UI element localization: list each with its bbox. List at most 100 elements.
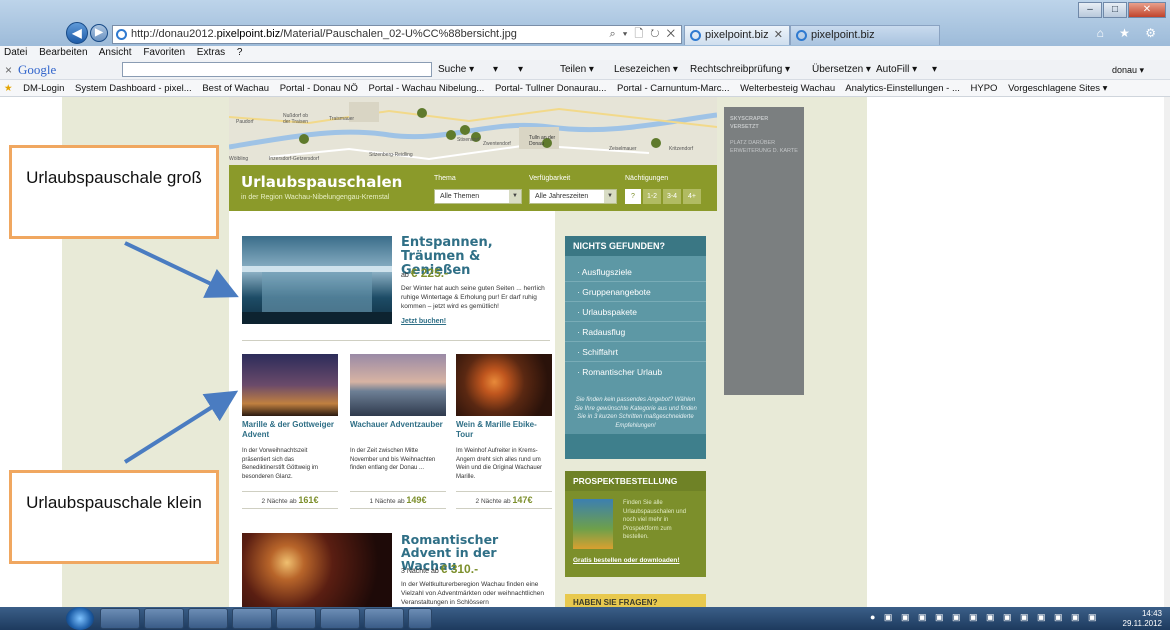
page-scrollbar[interactable] (1164, 97, 1170, 607)
sidebar-help-text: Sie finden kein passendes Angebot? Wähle… (574, 397, 697, 429)
fav-analytics[interactable]: Analytics-Einstellungen - ... (845, 83, 960, 94)
small-item-title[interactable]: Marille & der Gottweiger Advent (242, 420, 338, 440)
fav-portal-wachau[interactable]: Portal - Wachau Nibelung... (368, 83, 484, 94)
small-item-image[interactable] (456, 354, 552, 416)
sidebar-link-radausflug[interactable]: · Radausflug (565, 322, 706, 342)
price-prefix: ab (401, 272, 409, 279)
sidebar-link-gruppenangebote[interactable]: · Gruppenangebote (565, 282, 706, 302)
toolbar-autofill[interactable]: AutoFill ▾ (876, 60, 917, 80)
toolbar-dropdown-1[interactable]: ▾ (493, 60, 498, 80)
toolbar-lesezeichen[interactable]: Lesezeichen ▾ (614, 60, 678, 80)
naechte-option-unknown[interactable]: ? (625, 189, 641, 204)
naechte-option-1-2[interactable]: 1-2 (643, 189, 661, 204)
taskbar-media[interactable] (188, 608, 228, 629)
link-label: Schiffahrt (582, 347, 618, 357)
callout-urlaubspauschale-gross: Urlaubspauschale groß (9, 145, 219, 239)
toolbar-dropdown-3[interactable]: ▾ (932, 60, 937, 80)
close-window-button[interactable]: ✕ (1128, 2, 1166, 18)
menu-bearbeiten[interactable]: Bearbeiten (39, 47, 87, 58)
minimize-button[interactable]: – (1078, 2, 1102, 18)
map-label: Paudorf (236, 119, 254, 125)
close-toolbar-icon[interactable]: × (5, 60, 12, 80)
taskbar-word[interactable] (320, 608, 360, 629)
home-favorites-tools-icons[interactable]: ⌂ ★ ⚙ (1097, 26, 1162, 40)
sidebar-link-urlaubspakete[interactable]: · Urlaubspakete (565, 302, 706, 322)
toolbar-teilen[interactable]: Teilen ▾ (560, 60, 594, 80)
small-item-title[interactable]: Wein & Marille Ebike-Tour (456, 420, 552, 440)
jetzt-buchen-link[interactable]: Jetzt buchen! (401, 318, 446, 325)
map-label: Nußdorf ob der Traisen (283, 113, 309, 125)
gratis-bestellen-link[interactable]: Gratis bestellen oder downloaden! (573, 557, 680, 564)
brochure-image[interactable] (573, 499, 613, 549)
taskbar-explorer[interactable] (144, 608, 184, 629)
thema-select[interactable]: Alle Themen ▼ (434, 189, 522, 204)
naechte-option-4-plus[interactable]: 4+ (683, 189, 701, 204)
maximize-button[interactable]: □ (1103, 2, 1127, 18)
google-search-input[interactable] (122, 62, 432, 77)
address-bar[interactable]: http://donau2012.pixelpoint.biz/Material… (112, 25, 682, 44)
small-item-title[interactable]: Wachauer Adventzauber (350, 420, 446, 430)
taskbar-ie[interactable] (100, 608, 140, 629)
small-item-price: 1 Nächte ab 149€ (350, 491, 446, 509)
small-item-image[interactable] (242, 354, 338, 416)
fav-portal-donau-noe[interactable]: Portal - Donau NÖ (280, 83, 358, 94)
toolbar-suche[interactable]: Suche ▾ (438, 60, 474, 80)
browser-titlebar: – □ ✕ ◀ ▶ http://donau2012.pixelpoint.bi… (0, 0, 1170, 46)
tab-inactive[interactable]: pixelpoint.biz (790, 25, 940, 45)
featured-image[interactable] (242, 236, 392, 324)
sidebar-link-schiffahrt[interactable]: · Schiffahrt (565, 342, 706, 362)
pauschalen-banner: Urlaubspauschalen in der Region Wachau-N… (229, 165, 717, 211)
favorites-star-icon[interactable]: ★ (4, 83, 13, 94)
tab-active[interactable]: pixelpoint.biz ✕ (684, 25, 790, 45)
featured-price-value: € 225.- (410, 266, 449, 280)
fav-portal-carnuntum[interactable]: Portal - Carnuntum-Marc... (617, 83, 729, 94)
map-label: Traismauer (329, 116, 355, 122)
close-tab-icon[interactable]: ✕ (774, 26, 783, 44)
fav-hypo[interactable]: HYPO (971, 83, 998, 94)
fav-vorgeschlagene-sites[interactable]: Vorgeschlagene Sites ▾ (1008, 83, 1107, 94)
sidebar-link-ausflugsziele[interactable]: · Ausflugsziele (565, 262, 706, 282)
menu-extras[interactable]: Extras (197, 47, 225, 58)
fav-portal-tullner[interactable]: Portal- Tullner Donaurau... (495, 83, 606, 94)
menu-ansicht[interactable]: Ansicht (99, 47, 132, 58)
link-label: Gruppenangebote (582, 287, 651, 297)
system-tray-icons[interactable]: ● ▣ ▣ ▣ ▣ ▣ ▣ ▣ ▣ ▣ ▣ ▣ ▣ ▣ (870, 612, 1100, 623)
region-map[interactable]: Paudorf Nußdorf ob der Traisen Traismaue… (229, 97, 717, 165)
start-button[interactable] (66, 607, 94, 630)
nichts-gefunden-box: NICHTS GEFUNDEN? · Ausflugsziele · Grupp… (565, 236, 706, 459)
google-user-menu[interactable]: donau ▾ (1112, 60, 1144, 80)
taskbar-powerpoint[interactable] (232, 608, 272, 629)
toolbar-rechtschreibung[interactable]: Rechtschreibprüfung ▾ (690, 60, 790, 80)
ie-page-icon (116, 29, 127, 40)
fav-welterbesteig[interactable]: Welterbesteig Wachau (740, 83, 835, 94)
nights-label: 2 Nächte ab (261, 498, 297, 505)
price-prefix: 3 Nächte ab (401, 568, 439, 575)
toolbar-dropdown-2[interactable]: ▾ (518, 60, 523, 80)
menu-datei[interactable]: Datei (4, 47, 27, 58)
google-logo: Google (18, 62, 57, 77)
back-button[interactable]: ◀ (66, 22, 88, 44)
small-item-image[interactable] (350, 354, 446, 416)
toolbar-uebersetzen[interactable]: Übersetzen ▾ (812, 60, 871, 80)
address-bar-icons[interactable]: ⌕ ▾ 🗋 ↻ ✕ (609, 26, 677, 43)
small-item-text: Im Weinhof Aufreiter in Krems-Angern dre… (456, 448, 543, 480)
verfuegbarkeit-select[interactable]: Alle Jahreszeiten ▼ (529, 189, 617, 204)
naechte-option-3-4[interactable]: 3-4 (663, 189, 681, 204)
forward-button[interactable]: ▶ (90, 24, 108, 42)
page-subtitle: in der Region Wachau-Nibelungengau-Krems… (241, 194, 390, 201)
fav-best-of-wachau[interactable]: Best of Wachau (202, 83, 269, 94)
taskbar-paint[interactable] (408, 608, 432, 629)
skyscraper-ad-placeholder: SKYSCRAPER VERSETZT PLATZ DARÜBER ERWEIT… (724, 107, 804, 395)
fav-dm-login[interactable]: DM-Login (23, 83, 64, 94)
window-controls: – □ ✕ (1078, 2, 1166, 18)
sidebar-link-romantischer-urlaub[interactable]: · Romantischer Urlaub (565, 362, 706, 382)
prospekt-box: PROSPEKTBESTELLUNG Finden Sie alle Urlau… (565, 471, 706, 577)
menu-help[interactable]: ? (237, 47, 243, 58)
taskbar-excel[interactable] (276, 608, 316, 629)
taskbar-outlook[interactable] (364, 608, 404, 629)
fav-system-dashboard[interactable]: System Dashboard - pixel... (75, 83, 192, 94)
windows-taskbar: ● ▣ ▣ ▣ ▣ ▣ ▣ ▣ ▣ ▣ ▣ ▣ ▣ ▣ 14:43 29.11.… (0, 607, 1170, 630)
clock[interactable]: 14:43 29.11.2012 (1123, 607, 1162, 630)
menu-favoriten[interactable]: Favoriten (143, 47, 185, 58)
featured2-image[interactable] (242, 533, 392, 607)
